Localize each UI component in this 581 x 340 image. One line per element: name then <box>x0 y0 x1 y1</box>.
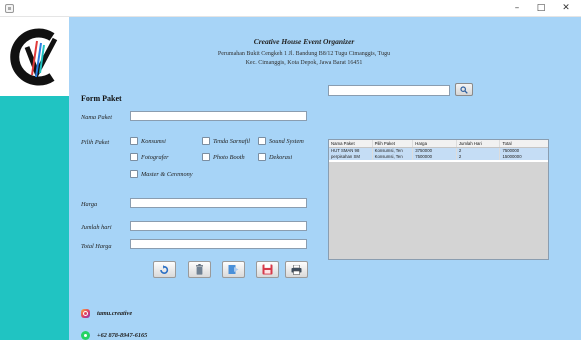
print-button[interactable] <box>285 261 308 278</box>
whatsapp-contact: +62 878-8947-6165 <box>81 331 147 340</box>
checkbox-box[interactable] <box>258 137 266 145</box>
column-header[interactable]: Total <box>500 140 548 147</box>
harga-label: Harga <box>81 201 98 208</box>
checkbox-konsumsi[interactable]: Konsumsi <box>130 137 166 145</box>
table-empty-area <box>329 162 548 259</box>
checkbox-tenda-sarnafil[interactable]: Tenda Sarnafil <box>202 137 250 145</box>
edit-icon <box>228 265 239 274</box>
search-input[interactable] <box>328 85 450 96</box>
close-button[interactable]: ✕ <box>553 0 579 17</box>
checkbox-label: Photo Booth <box>213 153 245 161</box>
table-row[interactable]: perpisahan SM Konsumsi, Ten 7500000 2 15… <box>329 154 548 160</box>
checkbox-label: Fotografer <box>141 153 169 161</box>
column-header[interactable]: Pilih Paket <box>373 140 414 147</box>
table-cell: 7500000 <box>413 154 457 160</box>
print-icon <box>291 264 302 275</box>
company-name: Creative House Event Organizer <box>253 37 355 46</box>
harga-field[interactable] <box>130 198 307 208</box>
save-icon <box>262 264 273 275</box>
instagram-icon <box>81 309 90 318</box>
refresh-button[interactable] <box>153 261 176 278</box>
checkbox-label: Dekorasi <box>269 153 293 161</box>
search-button[interactable] <box>455 83 473 96</box>
table-cell: Konsumsi, Ten <box>373 154 414 160</box>
total-harga-field[interactable] <box>130 239 307 249</box>
company-header: Creative House Event Organizer Perumahan… <box>69 37 539 68</box>
form-title: Form Paket <box>81 94 122 103</box>
table-cell: perpisahan SM <box>329 154 373 160</box>
jumlah-hari-field[interactable] <box>130 221 307 231</box>
checkbox-box[interactable] <box>130 153 138 161</box>
company-address-line-1: Perumahan Bukit Cengkeh 1 Jl. Bandung B8… <box>217 51 391 57</box>
checkbox-label: Master & Ceremony <box>141 170 193 178</box>
maximize-button[interactable]: □ <box>528 0 554 17</box>
brand-sidebar <box>0 96 69 340</box>
table-cell: 2 <box>457 154 501 160</box>
minimize-button[interactable]: – <box>504 0 530 17</box>
checkbox-dekorasi[interactable]: Dekorasi <box>258 153 292 161</box>
cv-logo-icon <box>10 28 58 86</box>
search-icon <box>460 85 468 94</box>
nama-paket-field[interactable] <box>130 111 307 121</box>
table-cell: 15000000 <box>502 154 522 159</box>
delete-button[interactable] <box>188 261 211 278</box>
checkbox-photo-booth[interactable]: Photo Booth <box>202 153 245 161</box>
pilih-paket-label: Pilih Paket <box>81 139 110 146</box>
whatsapp-icon <box>81 331 90 340</box>
edit-button[interactable] <box>222 261 245 278</box>
checkbox-box[interactable] <box>258 153 266 161</box>
jumlah-hari-label: Jumlah hari <box>81 224 112 231</box>
total-harga-label: Total Harga <box>81 243 112 250</box>
checkbox-box[interactable] <box>130 137 138 145</box>
instagram-contact: tamu.creative <box>81 309 132 318</box>
checkbox-label: Sound System <box>269 137 304 145</box>
checkbox-box[interactable] <box>130 170 138 178</box>
main-panel: Creative House Event Organizer Perumahan… <box>69 17 581 340</box>
column-header[interactable]: Harga <box>413 140 457 147</box>
save-button[interactable] <box>256 261 279 278</box>
nama-paket-label: Nama Paket <box>81 114 112 121</box>
logo-panel <box>0 17 69 96</box>
checkbox-fotografer[interactable]: Fotografer <box>130 153 169 161</box>
trash-icon <box>196 264 203 275</box>
checkbox-box[interactable] <box>202 137 210 145</box>
window-titlebar: – □ ✕ <box>0 0 581 17</box>
app-icon <box>5 4 14 13</box>
checkbox-label: Konsumsi <box>141 137 166 145</box>
company-address-line-2: Kec. Cimanggis, Kota Depok, Jawa Barat 1… <box>245 60 363 66</box>
checkbox-label: Tenda Sarnafil <box>213 137 251 145</box>
table-header: Nama Paket Pilih Paket Harga Jumlah Hari… <box>329 140 548 148</box>
column-header[interactable]: Nama Paket <box>329 140 373 147</box>
checkbox-box[interactable] <box>202 153 210 161</box>
column-header[interactable]: Jumlah Hari <box>457 140 501 147</box>
checkbox-master-ceremony[interactable]: Master & Ceremony <box>130 170 193 178</box>
checkbox-sound-system[interactable]: Sound System <box>258 137 304 145</box>
paket-table[interactable]: Nama Paket Pilih Paket Harga Jumlah Hari… <box>328 139 549 260</box>
instagram-handle: tamu.creative <box>97 310 133 317</box>
whatsapp-number: +62 878-8947-6165 <box>97 332 148 339</box>
refresh-icon <box>160 264 169 274</box>
